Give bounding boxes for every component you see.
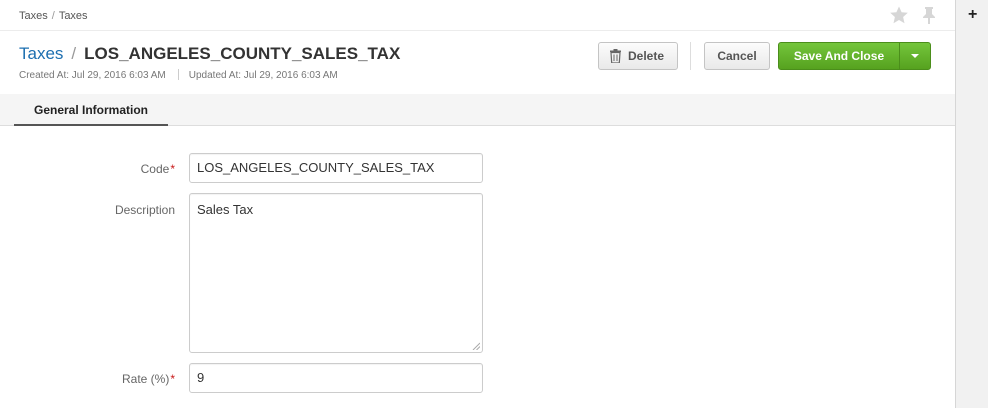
star-icon[interactable] xyxy=(889,5,909,25)
record-meta: Created At: Jul 29, 2016 6:03 AM Updated … xyxy=(19,69,338,81)
updated-at: Updated At: Jul 29, 2016 6:03 AM xyxy=(188,70,338,81)
code-label-text: Code xyxy=(140,162,170,176)
breadcrumb-separator: / xyxy=(51,10,55,22)
rate-label-text: Rate (%) xyxy=(121,372,170,386)
page-title: Taxes / LOS_ANGELES_COUNTY_SALES_TAX xyxy=(19,44,400,64)
delete-label: Delete xyxy=(627,49,665,63)
description-label: Description xyxy=(114,203,175,217)
tab-bar: General Information xyxy=(0,94,955,126)
required-marker: * xyxy=(170,372,175,386)
general-information-form: Code* LOS_ANGELES_COUNTY_SALES_TAX Descr… xyxy=(0,126,955,408)
meta-divider xyxy=(177,69,179,80)
save-and-close-button[interactable]: Save And Close xyxy=(778,42,900,70)
entity-link[interactable]: Taxes xyxy=(19,44,63,63)
breadcrumb: Taxes / Taxes xyxy=(19,10,88,22)
rate-label: Rate (%)* xyxy=(122,372,175,386)
right-side-panel: + xyxy=(955,0,988,408)
tab-general-information[interactable]: General Information xyxy=(14,94,168,126)
breadcrumb-item[interactable]: Taxes xyxy=(59,10,88,22)
save-options-dropdown-button[interactable] xyxy=(899,42,931,70)
created-at: Created At: Jul 29, 2016 6:03 AM xyxy=(19,70,166,81)
button-separator xyxy=(690,42,691,70)
title-separator: / xyxy=(71,44,77,63)
main-content: Taxes / Taxes Taxes / LOS_ANGELES_COUNTY_SAL… xyxy=(0,0,955,408)
description-field[interactable]: Sales Tax xyxy=(189,193,483,353)
cancel-button[interactable]: Cancel xyxy=(704,42,770,70)
code-label: Code* xyxy=(141,162,175,176)
delete-button[interactable]: Delete xyxy=(598,42,678,70)
description-value: Sales Tax xyxy=(197,202,254,217)
plus-icon[interactable]: + xyxy=(968,6,977,24)
code-field[interactable]: LOS_ANGELES_COUNTY_SALES_TAX xyxy=(189,153,483,183)
required-marker: * xyxy=(170,162,175,176)
top-bar: Taxes / Taxes xyxy=(0,0,955,31)
breadcrumb-item[interactable]: Taxes xyxy=(19,10,48,22)
page-header: Taxes / LOS_ANGELES_COUNTY_SALES_TAX Creat… xyxy=(0,31,955,94)
resize-handle-icon[interactable] xyxy=(472,342,480,350)
pin-icon[interactable] xyxy=(920,5,938,25)
record-name: LOS_ANGELES_COUNTY_SALES_TAX xyxy=(84,44,401,63)
rate-field[interactable]: 9 xyxy=(189,363,483,393)
caret-down-icon xyxy=(911,54,919,58)
trash-icon xyxy=(610,49,621,63)
